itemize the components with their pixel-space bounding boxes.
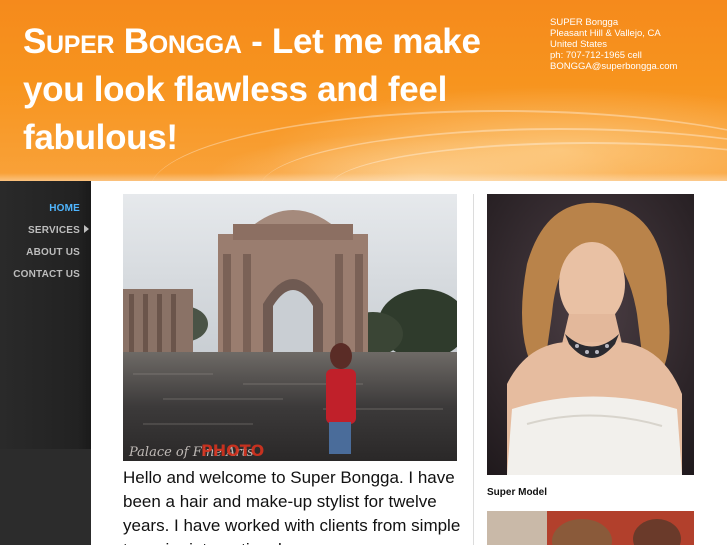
second-photo xyxy=(487,511,694,545)
contact-email[interactable]: BONGGA@superbongga.com xyxy=(550,61,720,72)
main-photo: Palace of Fine Arts PHOTO xyxy=(123,194,457,461)
nav-item-label: CONTACT US xyxy=(13,269,80,280)
palace-photo-image: Palace of Fine Arts PHOTO xyxy=(123,194,457,461)
model-photo-caption: Super Model xyxy=(487,487,548,498)
nav-item-contact-us[interactable]: CONTACT US xyxy=(13,267,80,289)
model-photo-image xyxy=(487,194,694,475)
contact-country: United States xyxy=(550,39,608,50)
site-title-brand[interactable]: Super Bongga xyxy=(23,22,242,61)
nav-item-services[interactable]: SERVICES xyxy=(13,223,89,245)
main-nav: HOME SERVICES ABOUT US CONTACT US xyxy=(13,201,89,289)
photo-credit-text: PHOTO xyxy=(201,441,264,460)
contact-location: Pleasant Hill & Vallejo, CA xyxy=(550,28,661,39)
site-header: Super Bongga - Let me make you look flaw… xyxy=(0,0,727,181)
nav-item-label: HOME xyxy=(49,203,80,214)
contact-name: SUPER Bongga xyxy=(550,17,619,28)
nav-item-home[interactable]: HOME xyxy=(13,201,80,223)
sidebar-lower-band xyxy=(0,449,91,545)
contact-phone: ph: 707-712-1965 cell xyxy=(550,50,642,61)
model-photo xyxy=(487,194,694,475)
header-contact-info: SUPER Bongga Pleasant Hill & Vallejo, CA… xyxy=(550,17,720,72)
nav-item-about-us[interactable]: ABOUT US xyxy=(13,245,80,267)
second-photo-image xyxy=(487,511,694,545)
intro-paragraph: Hello and welcome to Super Bongga. I hav… xyxy=(123,468,461,545)
site-title[interactable]: Super Bongga - Let me make you look flaw… xyxy=(23,18,523,162)
submenu-arrow-icon xyxy=(84,225,89,233)
nav-item-label: ABOUT US xyxy=(26,247,80,258)
nav-item-label: SERVICES xyxy=(28,225,80,236)
sidebar: HOME SERVICES ABOUT US CONTACT US xyxy=(0,181,91,545)
column-divider xyxy=(473,194,474,545)
